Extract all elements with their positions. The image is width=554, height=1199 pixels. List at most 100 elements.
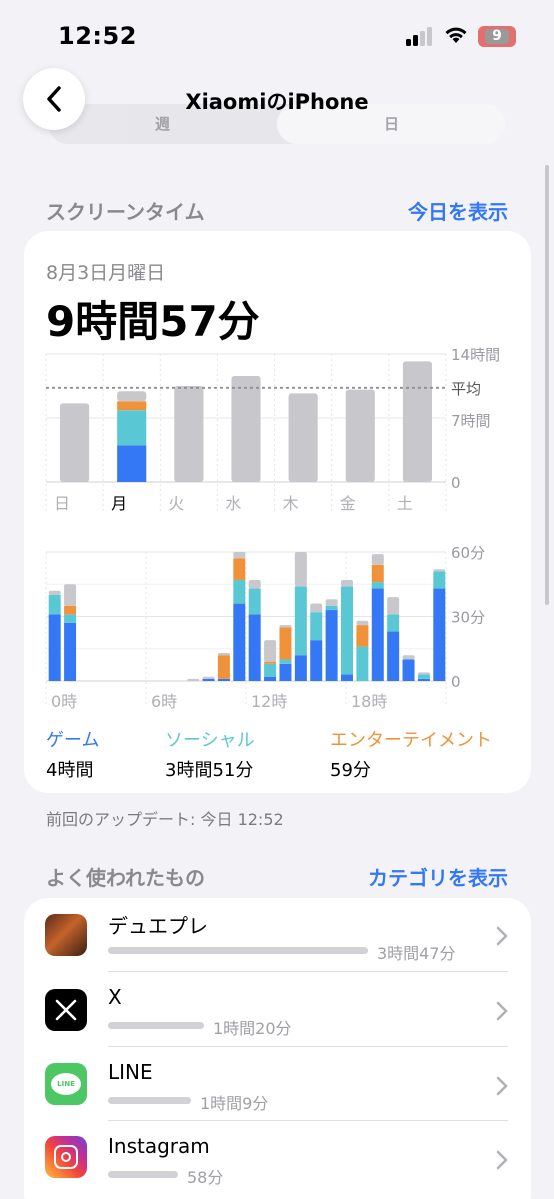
divider [108,1120,508,1121]
bar-segment [387,614,400,632]
bar-segment [417,678,430,681]
bar-segment [310,612,323,641]
bar [60,403,90,482]
app-name: X [108,985,122,1009]
app-name: LINE [108,1060,153,1084]
bar-segment [356,620,369,626]
bar-segment [217,653,230,656]
app-name: Instagram [108,1134,210,1158]
x-tick-label: 水 [225,494,241,513]
average-label: 平均 [451,380,481,398]
bar-segment [233,603,246,681]
bar-segment [64,605,77,615]
bar-segment [325,610,338,681]
y-tick-label: 0 [451,673,461,691]
bar [231,375,261,482]
bar [174,386,204,482]
show-today-link[interactable]: 今日を表示 [408,196,508,225]
bar-segment [202,678,215,681]
bar-segment [248,588,261,615]
bar-segment [117,445,147,482]
usage-bar [108,1171,178,1178]
chevron-right-icon [496,1001,508,1021]
x-tick-label: 金 [340,494,356,513]
app-duration: 1時間20分 [213,1019,292,1038]
bar-segment [233,558,246,580]
cellular-signal-icon [406,27,432,46]
app-row-instagram[interactable]: Instagram 58分 [24,1122,531,1194]
bar-segment [117,391,147,402]
bar-segment [341,579,353,587]
x-tick-label: 12時 [251,692,287,711]
bar-segment [64,614,77,623]
category-games: ゲーム [46,730,100,751]
x-tick-label: 18時 [351,692,387,711]
x-tick-label: 0時 [51,692,77,711]
bar-segment [233,552,246,559]
x-tick-label: 月 [111,494,127,513]
divider [108,971,508,972]
bar-segment [187,678,200,681]
category-social-value: 3時間51分 [165,760,254,781]
bar-segment [64,584,77,606]
x-tick-label: 火 [168,494,184,513]
y-tick-label: 14時間 [451,346,500,364]
bar-segment [64,622,77,681]
usage-bar [108,1097,191,1104]
bar-segment [371,554,384,565]
bar-segment [417,674,430,679]
bar-segment [341,674,353,681]
bar-segment [48,590,61,595]
app-duration: 58分 [187,1168,224,1187]
bar-segment [371,564,384,583]
category-games-value: 4時間 [46,760,94,781]
line-icon: LINE [45,1063,87,1105]
bar [402,361,432,482]
y-tick-label: 0 [451,474,461,492]
x-tick-label: 日 [54,494,70,513]
chevron-right-icon [496,1076,508,1096]
bar-segment [310,603,323,613]
weekly-chart[interactable]: 日 月 火 水 木 金 土 平均 14時間 7時間 0 [0,340,554,520]
bar-segment [248,579,261,589]
bar [288,393,318,482]
bar-segment [387,597,400,615]
usage-bar [108,947,368,954]
bar-segment [433,588,446,681]
bar-segment [264,663,277,677]
bar-segment [433,569,446,572]
bar-segment [117,401,147,411]
bar-segment [402,655,415,660]
game-icon [45,914,87,956]
battery-level: 9 [485,29,509,44]
bar-segment [117,410,147,446]
bar-segment [325,605,338,611]
bar-segment [264,640,277,662]
app-row-line[interactable]: LINE LINE 1時間9分 [24,1048,531,1120]
x-tick-label: 木 [283,494,299,513]
bar-segment [371,588,384,681]
date-label: 8月3日月曜日 [46,262,166,284]
bar-segment [356,646,369,681]
bar-segment [279,625,292,628]
bar-segment [202,676,215,679]
bar-segment [310,640,323,681]
bar [345,389,375,482]
bar-segment [233,579,246,604]
battery-icon: 9 [478,26,516,47]
bar-segment [433,571,446,589]
app-name: デュエプレ [108,914,208,938]
bar-segment [217,655,230,679]
show-categories-link[interactable]: カテゴリを表示 [368,862,508,891]
category-entertainment: エンターテイメント [330,730,492,751]
category-social: ソーシャル [165,730,255,751]
bar-segment [48,614,61,681]
app-row-duepre[interactable]: デュエプレ 3時間47分 [24,900,531,972]
bar-segment [356,625,369,647]
hourly-chart[interactable]: 0時 6時 12時 18時 60分 30分 0 [0,538,554,718]
back-button[interactable] [23,68,85,130]
bar-segment [264,661,277,664]
y-tick-label: 7時間 [451,412,491,430]
chevron-right-icon [496,1150,508,1170]
app-row-x[interactable]: X 1時間20分 [24,973,531,1047]
